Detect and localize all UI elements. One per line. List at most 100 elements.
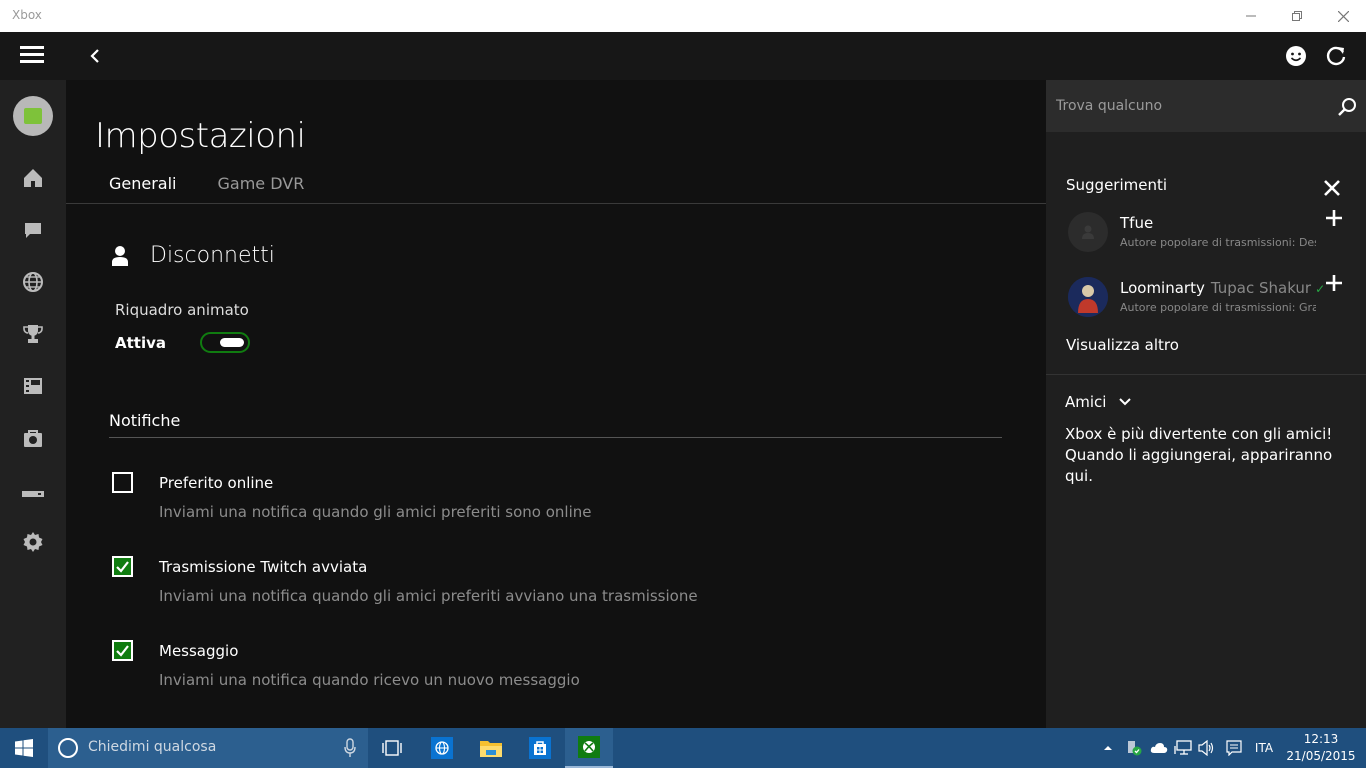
tab-generali[interactable]: Generali <box>109 174 177 193</box>
gamerpic-avatar <box>1068 277 1108 317</box>
suggestion-real-name: Tupac Shakur <box>1210 279 1312 297</box>
notifications-title: Notifiche <box>109 411 181 430</box>
minimize-icon <box>1246 15 1256 17</box>
minimize-button[interactable] <box>1228 0 1274 32</box>
shield-check-icon <box>1128 741 1142 756</box>
twitch-broadcast-checkbox[interactable] <box>112 556 133 577</box>
notification-description: Inviami una notifica quando ricevo un nu… <box>159 671 580 689</box>
close-icon <box>1324 180 1340 196</box>
add-friend-button[interactable] <box>1324 273 1344 293</box>
checkmark-icon <box>116 645 129 657</box>
suggestion-item[interactable]: Loominarty Tupac Shakur ✓ Autore popolare … <box>1066 275 1366 321</box>
plus-icon <box>1326 210 1342 226</box>
friends-empty-message: Xbox è più divertente con gli amici! Qua… <box>1065 425 1333 485</box>
home-icon <box>24 169 42 187</box>
folder-icon <box>480 741 502 757</box>
tray-security[interactable] <box>1122 728 1146 768</box>
suggestion-name: Tfue <box>1120 214 1154 232</box>
people-search-input[interactable] <box>1046 80 1326 132</box>
suggestion-description: Autore popolare di trasmissioni: Gran <box>1120 301 1316 314</box>
live-tile-row: Attiva <box>115 332 250 353</box>
settings-main: Impostazioni Generali Game DVR Disconnet… <box>66 80 1046 728</box>
browser-globe-icon <box>431 737 453 759</box>
back-button[interactable] <box>84 44 108 68</box>
search-button[interactable] <box>1336 96 1358 118</box>
suggestion-item[interactable]: Tfue Autore popolare di trasmissioni: De… <box>1066 210 1366 256</box>
nav-settings[interactable] <box>21 530 45 554</box>
settings-tabs: Generali Game DVR <box>109 174 304 193</box>
task-view-button[interactable] <box>368 728 416 768</box>
user-avatar[interactable] <box>13 96 53 136</box>
feedback-button[interactable] <box>1284 44 1308 68</box>
left-nav-rail <box>0 80 66 728</box>
notification-description: Inviami una notifica quando gli amici pr… <box>159 587 698 605</box>
dismiss-suggestions-button[interactable] <box>1322 178 1342 198</box>
chevron-up-icon <box>1104 746 1112 750</box>
app-header <box>0 32 1366 80</box>
cortana-search-box[interactable]: Chiedimi qualcosa <box>48 728 368 768</box>
maximize-button[interactable] <box>1274 0 1320 32</box>
refresh-icon <box>1326 46 1346 66</box>
start-button[interactable] <box>0 728 48 768</box>
suggestion-name: Loominarty Tupac Shakur ✓ <box>1120 279 1326 297</box>
friends-label: Amici <box>1065 393 1107 411</box>
nav-activity[interactable] <box>21 270 45 294</box>
show-hidden-icons-button[interactable] <box>1100 728 1116 768</box>
nav-achievements[interactable] <box>21 322 45 346</box>
tray-network[interactable] <box>1172 728 1194 768</box>
back-arrow-icon <box>90 49 99 63</box>
nav-messages[interactable] <box>21 218 45 242</box>
tray-language[interactable]: ITA <box>1250 728 1278 768</box>
nav-game-dvr[interactable] <box>21 374 45 398</box>
windows-logo-icon <box>15 739 33 757</box>
nav-connect[interactable] <box>21 482 45 506</box>
panel-divider <box>1046 374 1366 375</box>
see-more-link[interactable]: Visualizza altro <box>1066 336 1179 354</box>
search-icon <box>1338 98 1356 116</box>
store-bag-icon <box>24 430 42 447</box>
tray-action-center[interactable] <box>1222 728 1246 768</box>
avatar-image-icon <box>1068 277 1108 317</box>
clock-time: 12:13 <box>1303 732 1339 746</box>
default-avatar <box>1068 212 1108 252</box>
globe-icon <box>23 272 43 292</box>
smiley-icon <box>1286 46 1306 66</box>
friends-dropdown[interactable]: Amici <box>1065 393 1132 411</box>
tray-onedrive[interactable] <box>1148 728 1170 768</box>
plus-icon <box>1326 275 1342 291</box>
network-icon <box>1174 740 1192 755</box>
taskbar-app-store[interactable] <box>516 728 564 768</box>
disconnect-button[interactable]: Disconnetti <box>110 243 275 268</box>
notification-title: Messaggio <box>159 642 239 660</box>
add-friend-button[interactable] <box>1324 208 1344 228</box>
message-checkbox[interactable] <box>112 640 133 661</box>
tray-volume[interactable] <box>1196 728 1218 768</box>
taskbar-clock[interactable]: 12:13 21/05/2015 <box>1284 731 1358 765</box>
people-search <box>1046 80 1366 132</box>
suggestion-description: Autore popolare di trasmissioni: Dest <box>1120 236 1316 249</box>
notification-center-icon <box>1226 740 1242 756</box>
taskbar-app-file-explorer[interactable] <box>467 728 515 768</box>
window-title: Xbox <box>12 8 42 22</box>
clock-date: 21/05/2015 <box>1286 749 1356 763</box>
close-window-button[interactable] <box>1320 0 1366 32</box>
suggestions-title: Suggerimenti <box>1066 176 1168 194</box>
cortana-placeholder: Chiedimi qualcosa <box>88 739 217 755</box>
hamburger-menu-button[interactable] <box>20 46 44 66</box>
favorite-online-checkbox[interactable] <box>112 472 133 493</box>
chat-icon <box>25 223 41 238</box>
refresh-button[interactable] <box>1324 44 1348 68</box>
nav-store[interactable] <box>21 426 45 450</box>
taskbar-app-xbox[interactable] <box>565 728 613 768</box>
live-tile-toggle[interactable] <box>200 332 250 353</box>
window-titlebar: Xbox <box>0 0 1366 32</box>
nav-home[interactable] <box>21 166 45 190</box>
tab-game-dvr[interactable]: Game DVR <box>218 174 305 193</box>
person-icon <box>112 245 128 266</box>
microphone-icon[interactable] <box>344 738 356 758</box>
taskbar-app-browser[interactable] <box>418 728 466 768</box>
restore-icon <box>1292 11 1302 21</box>
disconnect-label: Disconnetti <box>150 243 275 268</box>
notification-title: Preferito online <box>159 474 274 492</box>
store-icon <box>529 737 551 759</box>
